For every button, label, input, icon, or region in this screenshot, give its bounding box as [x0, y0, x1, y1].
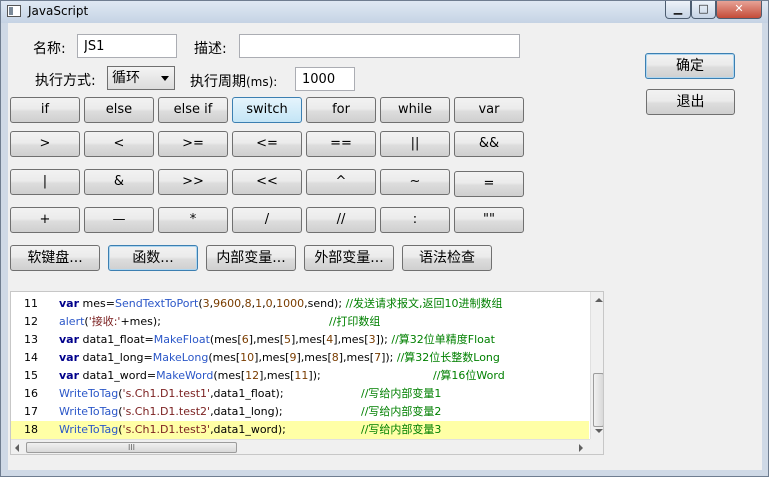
line-number: 15 [24, 369, 38, 382]
scroll-up-icon[interactable] [595, 298, 603, 302]
code-line[interactable]: 16 WriteToTag('s.Ch1.D1.test1',data1_floa… [11, 385, 589, 403]
key-button-colon[interactable]: : [380, 207, 450, 233]
line-number: 17 [24, 405, 38, 418]
key-button-shift-right[interactable]: >> [158, 169, 228, 195]
key-button-comment[interactable]: // [306, 207, 376, 233]
code-text: WriteToTag('s.Ch1.D1.test3',data1_word);… [59, 423, 442, 436]
line-number: 18 [24, 423, 38, 436]
key-button-bitwise-not[interactable]: ~ [380, 169, 450, 195]
key-button-equal[interactable]: == [306, 131, 376, 157]
title-bar[interactable]: JavaScript ▁ □ ✕ [1, 1, 768, 23]
code-text: var data1_long=MakeLong(mes[10],mes[9],m… [59, 351, 500, 364]
key-button-xor[interactable]: ^ [306, 169, 376, 195]
key-button-greater-than[interactable]: > [10, 131, 80, 157]
key-button-multiply[interactable]: * [158, 207, 228, 233]
key-button-greater-equal[interactable]: >= [158, 131, 228, 157]
key-button-for[interactable]: for [306, 97, 376, 123]
description-field[interactable] [239, 34, 520, 58]
close-button[interactable]: ✕ [716, 1, 762, 19]
key-button-less-equal[interactable]: <= [232, 131, 302, 157]
key-button-shift-left[interactable]: << [232, 169, 302, 195]
key-button-logical-and[interactable]: && [454, 131, 524, 157]
key-button-logical-or[interactable]: || [380, 131, 450, 157]
key-button-bitwise-and[interactable]: & [84, 169, 154, 195]
vertical-scroll-thumb[interactable] [593, 373, 603, 427]
line-number: 12 [24, 315, 38, 328]
key-button-plus[interactable]: + [10, 207, 80, 233]
code-text: var data1_float=MakeFloat(mes[6],mes[5],… [59, 333, 495, 346]
code-text: WriteToTag('s.Ch1.D1.test2',data1_long);… [59, 405, 442, 418]
scroll-down-icon[interactable] [595, 429, 603, 433]
code-line[interactable]: 12 alert('接收:'+mes);//打印数组 [11, 313, 589, 331]
maximize-button[interactable]: □ [691, 1, 716, 19]
horizontal-scroll-thumb[interactable]: III [26, 442, 237, 453]
line-number: 16 [24, 387, 38, 400]
chevron-down-icon [161, 76, 169, 81]
exec-period-label: 执行周期(ms): [190, 71, 277, 91]
description-label: 描述: [194, 41, 227, 57]
exit-button[interactable]: 退出 [646, 89, 735, 115]
minimize-button[interactable]: ▁ [665, 1, 691, 19]
code-line[interactable]: 13 var data1_float=MakeFloat(mes[6],mes[5… [11, 331, 589, 349]
code-text: alert('接收:'+mes);//打印数组 [59, 315, 381, 328]
code-text: WriteToTag('s.Ch1.D1.test1',data1_float)… [59, 387, 442, 400]
key-button-while[interactable]: while [380, 97, 450, 123]
line-number: 13 [24, 333, 38, 346]
key-button-assign[interactable]: = [454, 171, 524, 197]
key-button-less-than[interactable]: < [84, 131, 154, 157]
code-line[interactable]: 14 var data1_long=MakeLong(mes[10],mes[9]… [11, 349, 589, 367]
code-line[interactable]: 15 var data1_word=MakeWord(mes[12],mes[11… [11, 367, 589, 385]
line-number: 14 [24, 351, 38, 364]
exec-mode-select[interactable]: 循环 [107, 66, 175, 90]
syntax-check-button[interactable]: 语法检查 [402, 245, 492, 271]
key-button-quotes[interactable]: "" [454, 207, 524, 233]
ok-button[interactable]: 确定 [645, 53, 735, 79]
scroll-left-icon[interactable] [15, 444, 19, 452]
key-button-else-if[interactable]: else if [158, 97, 228, 123]
window-title: JavaScript [28, 4, 89, 18]
key-button-if[interactable]: if [10, 97, 80, 123]
soft-keyboard-button[interactable]: 软键盘... [10, 245, 100, 271]
code-text: var data1_word=MakeWord(mes[12],mes[11])… [59, 369, 505, 382]
key-button-bitwise-or[interactable]: | [10, 169, 80, 195]
name-field[interactable] [77, 34, 177, 58]
line-number: 11 [24, 297, 38, 310]
exec-period-text: 执行周期 [190, 74, 246, 90]
internal-variables-button[interactable]: 内部变量... [206, 245, 296, 271]
exec-mode-value: 循环 [112, 70, 140, 86]
key-button-var[interactable]: var [454, 97, 524, 123]
exec-period-field[interactable] [295, 67, 355, 91]
code-line-highlighted[interactable]: 18 WriteToTag('s.Ch1.D1.test3',data1_word… [11, 421, 589, 439]
exec-period-unit: (ms): [246, 75, 278, 89]
horizontal-scrollbar[interactable]: III [11, 439, 590, 454]
scrollbar-corner [590, 439, 603, 454]
key-button-switch[interactable]: switch [232, 97, 302, 123]
key-button-else[interactable]: else [84, 97, 154, 123]
code-editor[interactable]: 11 var mes=SendTextToPort(3,9600,8,1,0,10… [10, 291, 604, 455]
dialog-body: 名称: 描述: 执行方式: 循环 执行周期(ms): 确定 退出 ifelsee… [8, 23, 762, 470]
external-variables-button[interactable]: 外部变量... [304, 245, 394, 271]
functions-button[interactable]: 函数... [108, 245, 198, 271]
code-line[interactable]: 11 var mes=SendTextToPort(3,9600,8,1,0,10… [11, 295, 589, 313]
name-label: 名称: [33, 41, 66, 57]
javascript-dialog: JavaScript ▁ □ ✕ 名称: 描述: 执行方式: 循环 执行周期(m… [0, 0, 769, 477]
vertical-scrollbar[interactable] [590, 292, 603, 439]
code-text: var mes=SendTextToPort(3,9600,8,1,0,1000… [59, 297, 503, 310]
exec-mode-label: 执行方式: [35, 73, 96, 89]
app-window-icon [7, 5, 21, 17]
key-button-divide[interactable]: / [232, 207, 302, 233]
code-line[interactable]: 17 WriteToTag('s.Ch1.D1.test2',data1_long… [11, 403, 589, 421]
scroll-right-icon[interactable] [579, 444, 583, 452]
key-button-minus[interactable]: — [84, 207, 154, 233]
